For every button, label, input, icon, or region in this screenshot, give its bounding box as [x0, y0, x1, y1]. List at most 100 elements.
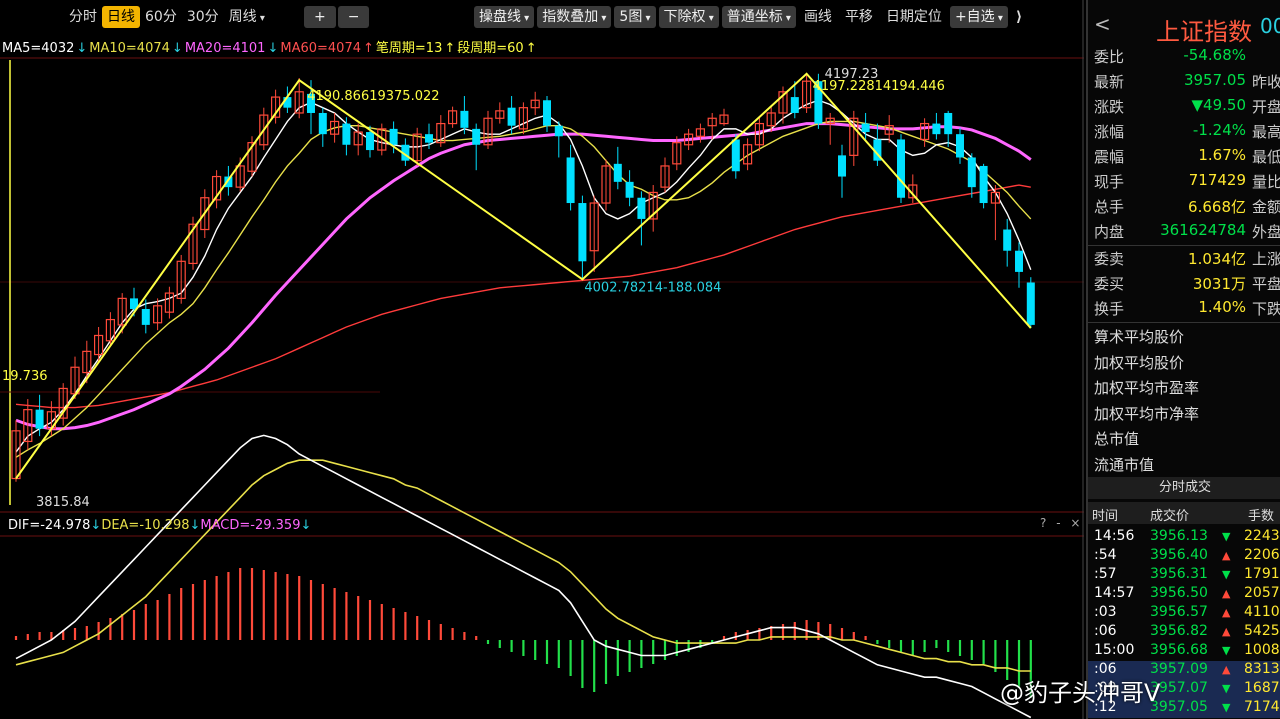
- stat-item[interactable]: 算术平均股价: [1094, 326, 1184, 347]
- draw-line-button[interactable]: 画线: [799, 6, 837, 28]
- candle-body: [979, 165, 988, 204]
- quote-right-label: 量比: [1252, 173, 1280, 191]
- tick-row[interactable]: 14:57 3956.50 ▲ 20575: [1088, 585, 1280, 604]
- tick-volume: 71742: [1244, 699, 1280, 715]
- quote-label: 委比: [1094, 48, 1125, 66]
- stat-item[interactable]: 流通市值: [1094, 454, 1154, 475]
- candle-body: [838, 155, 846, 177]
- candle-body: [460, 110, 469, 128]
- tick-volume: 20575: [1244, 585, 1280, 601]
- index-name: 上证指数: [1156, 18, 1252, 46]
- stat-item[interactable]: 总市值: [1094, 428, 1139, 449]
- quote-right-label: 最高: [1252, 123, 1280, 141]
- quote-value: 3031万: [1192, 275, 1246, 293]
- tick-direction-icon: ▼: [1222, 644, 1231, 657]
- candle-body: [342, 123, 351, 145]
- ma10-line: [15, 120, 1032, 458]
- tick-time: 15:00: [1094, 642, 1135, 658]
- tab-zhouxian[interactable]: 周线: [224, 6, 270, 28]
- quote-label: 换手: [1094, 300, 1125, 318]
- candle-body: [613, 163, 622, 182]
- candle-body: [318, 112, 327, 135]
- tick-time: :06: [1094, 623, 1117, 639]
- quote-label: 总手: [1094, 198, 1125, 216]
- quote-value: 1.034亿: [1188, 250, 1246, 268]
- tick-row[interactable]: :06 3956.82 ▲ 5425: [1088, 623, 1280, 642]
- candle-body: [861, 123, 870, 133]
- tick-direction-icon: ▲: [1222, 549, 1231, 562]
- candle-body: [790, 97, 799, 113]
- candle-body: [389, 128, 398, 145]
- pan-button[interactable]: 平移: [840, 6, 878, 28]
- stat-item[interactable]: 加权平均市净率: [1094, 403, 1199, 424]
- tick-row[interactable]: :03 3956.57 ▲ 4110: [1088, 604, 1280, 623]
- quote-value: 717429: [1188, 171, 1246, 189]
- index-overlay-button[interactable]: 指数叠加: [537, 6, 612, 28]
- dea-value: DEA=-10.298: [101, 518, 190, 533]
- minimize-icon[interactable]: -: [1056, 516, 1060, 530]
- dif-line: [15, 434, 1032, 719]
- close-icon[interactable]: ×: [1070, 516, 1080, 530]
- bi-period: 笔周期=13: [375, 41, 443, 56]
- quote-value: 1.67%: [1198, 146, 1246, 164]
- date-locate-button[interactable]: 日期定位: [881, 6, 947, 28]
- tick-row[interactable]: 15:00 3956.68 ▼ 1008410: [1088, 642, 1280, 661]
- candle-body: [35, 409, 44, 429]
- candle-body: [637, 197, 646, 219]
- quote-row: 涨幅 -1.24% 最高: [1088, 121, 1280, 145]
- stat-item[interactable]: 加权平均市盈率: [1094, 377, 1199, 398]
- tick-direction-icon: ▲: [1222, 587, 1231, 600]
- quote-label: 最新: [1094, 73, 1125, 91]
- quote-row: 内盘 361624784 外盘: [1088, 221, 1280, 245]
- candle-body: [1015, 250, 1023, 272]
- tick-row[interactable]: 14:56 3956.13 ▼ 22438: [1088, 528, 1280, 547]
- tick-row[interactable]: :54 3956.40 ▲ 22061: [1088, 547, 1280, 566]
- add-watchlist-button[interactable]: +自选: [949, 6, 1008, 28]
- tab-rixian[interactable]: 日线: [102, 6, 140, 28]
- tick-price: 3956.57: [1150, 604, 1208, 620]
- tick-time: :03: [1094, 604, 1117, 620]
- back-icon[interactable]: <: [1094, 12, 1111, 36]
- coordinate-button[interactable]: 普通坐标: [721, 6, 796, 28]
- tick-row[interactable]: :57 3956.31 ▼ 17919: [1088, 566, 1280, 585]
- ma20-line: [15, 122, 1032, 431]
- macd-controls: ? - ×: [1040, 516, 1080, 530]
- exright-button[interactable]: 下除权: [658, 6, 719, 28]
- kline-chart[interactable]: 4190.86619375.0224197.234197.22814194.44…: [0, 0, 1084, 719]
- tick-price: 3956.82: [1150, 623, 1208, 639]
- dif-value: DIF=-24.978: [8, 518, 91, 533]
- help-icon[interactable]: ?: [1040, 516, 1046, 530]
- candle-body: [566, 157, 575, 204]
- candle-body: [554, 125, 563, 137]
- quote-value: 6.668亿: [1188, 198, 1246, 216]
- collapse-icon[interactable]: ⟩: [1011, 6, 1027, 28]
- macd-legend: DIF=-24.978↓DEA=-10.298↓MACD=-29.359↓: [8, 518, 312, 533]
- candle-body: [731, 139, 740, 172]
- zoom-controls: + −: [304, 4, 370, 30]
- candle-body: [897, 139, 905, 198]
- tab-60min[interactable]: 60分: [140, 6, 182, 28]
- quote-row: 总手 6.668亿 金额: [1088, 196, 1280, 220]
- tick-direction-icon: ▼: [1222, 701, 1231, 714]
- tick-price: 3956.50: [1150, 585, 1208, 601]
- ma60-value: MA60=4074: [280, 41, 361, 56]
- quote-label: 内盘: [1094, 223, 1125, 241]
- quote-label: 震幅: [1094, 148, 1125, 166]
- tick-time: :54: [1094, 547, 1117, 563]
- zoom-in-button[interactable]: +: [304, 6, 336, 28]
- quote-value: 3957.05: [1183, 71, 1246, 89]
- zoom-out-button[interactable]: −: [337, 6, 370, 28]
- caopan-button[interactable]: 操盘线: [474, 6, 535, 28]
- ma5-value: MA5=4032: [2, 41, 75, 56]
- tab-30min[interactable]: 30分: [182, 6, 224, 28]
- tick-price: 3956.13: [1150, 528, 1208, 544]
- stat-item[interactable]: 加权平均股价: [1094, 352, 1184, 373]
- five-chart-button[interactable]: 5图: [614, 6, 656, 28]
- tick-price: 3956.40: [1150, 547, 1208, 563]
- tick-direction-icon: ▲: [1222, 625, 1231, 638]
- candle-body: [625, 181, 634, 198]
- quote-right-label: 外盘: [1252, 223, 1280, 241]
- tab-fenshi[interactable]: 分时: [64, 6, 102, 28]
- quote-value: 1.40%: [1198, 298, 1246, 316]
- tick-direction-icon: ▼: [1222, 682, 1231, 695]
